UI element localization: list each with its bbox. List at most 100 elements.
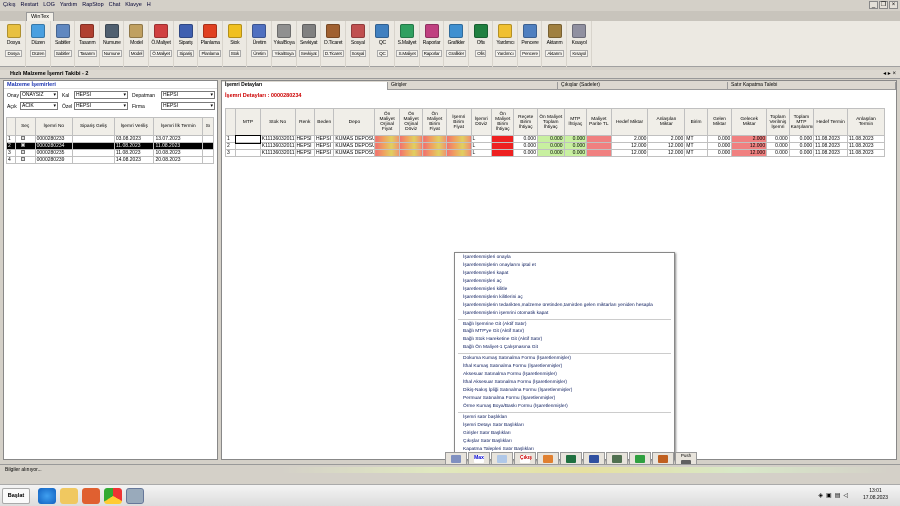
menu-rapstop[interactable]: RapStop: [82, 2, 103, 8]
toolbar-dropdown[interactable]: Düzen: [29, 50, 47, 57]
context-menu-item[interactable]: İthal Kumaş Satınalma Formu (İşaretlenmi…: [455, 363, 674, 371]
kal-select[interactable]: HEPSI: [74, 91, 128, 99]
tab-isemri-detaylari[interactable]: İşemri Detayları: [222, 82, 388, 90]
toolbar-sabitler-button[interactable]: Sabitler Sabitler: [51, 21, 76, 67]
detail-col-header[interactable]: [224, 108, 237, 136]
toolbar-dropdown[interactable]: Sabitler: [53, 50, 72, 57]
toolbar-dropdown[interactable]: Tasarım: [77, 50, 97, 57]
context-menu-item[interactable]: İşaretlenmişlerin kilitlerini aç: [455, 294, 674, 302]
explorer-icon[interactable]: [60, 488, 78, 504]
left-col-header[interactable]: Seç: [14, 117, 36, 136]
detail-col-header[interactable]: Depo: [333, 108, 376, 136]
detail-col-header[interactable]: Maliyet Parite TL: [586, 108, 612, 136]
toolbar-ykaboya-button[interactable]: Yıka/Boya Yıka/Boya: [272, 21, 297, 67]
context-menu-item[interactable]: Girişler Satır Başlıkları: [455, 430, 674, 438]
detail-col-header[interactable]: İşemri Birim Fiyat: [445, 108, 472, 136]
context-menu-item[interactable]: Aksesuar Satınalma Formu (İşaretlenmişle…: [455, 371, 674, 379]
firma-select[interactable]: HEPSI: [161, 102, 215, 110]
toolbar-dropdown[interactable]: Raporlar: [421, 50, 442, 57]
toolbar-dropdown[interactable]: Kısayol: [570, 50, 588, 57]
detail-col-header[interactable]: Beden: [313, 108, 335, 136]
toolbar-retim-button[interactable]: Üretim Üretim: [248, 21, 272, 67]
left-col-header[interactable]: Sipariş Geliş: [72, 117, 115, 136]
depatman-select[interactable]: HEPSI: [161, 91, 215, 99]
context-menu-item[interactable]: İşaretlenmişlerin onaylarını iptal et: [455, 262, 674, 270]
detail-col-header[interactable]: Toplam MTP Karşılanmış: [788, 108, 815, 136]
cell-mtp[interactable]: [234, 134, 262, 144]
volume-icon[interactable]: ◁: [843, 492, 848, 499]
toolbar-pencere-button[interactable]: Pencere Pencere: [518, 21, 543, 67]
toolbar-dosya-button[interactable]: Dosya Dosya: [2, 21, 26, 67]
menu-h[interactable]: H: [147, 2, 151, 8]
toolbar-dropdown[interactable]: Sevkiyat: [298, 50, 319, 57]
detail-col-header[interactable]: İşemri Döviz: [470, 108, 492, 136]
detail-col-header[interactable]: Birim: [684, 108, 708, 136]
toolbar-dropdown[interactable]: Yardımcı: [495, 50, 516, 57]
detail-col-header[interactable]: Ön Maliyet Birim Fiyat: [422, 108, 447, 136]
context-menu-item[interactable]: Çıkışlar Satır Başlıkları: [455, 438, 674, 446]
select-checkbox[interactable]: [14, 135, 36, 143]
close-icon[interactable]: ×: [889, 1, 898, 9]
toolbar-yardmc-button[interactable]: Yardımcı Yardımcı: [494, 21, 518, 67]
context-menu-item[interactable]: Örme Kumaş Boya/Baskı Formu (İşaretlenmi…: [455, 403, 674, 411]
detail-col-header[interactable]: Gelecek Miktar: [731, 108, 768, 136]
table-row[interactable]: 2 K11136032011 HEPSI HEPSI KUMAS DEPOSU L 0.00…: [224, 142, 886, 150]
detail-col-header[interactable]: Ön Maliyet Toplam İhtiyaç: [536, 108, 565, 136]
toolbar-dzen-button[interactable]: Düzen Düzen: [27, 21, 51, 67]
ozel-select[interactable]: HEPSI: [74, 102, 128, 110]
app-tab-wintex[interactable]: WinTex: [26, 12, 54, 21]
context-menu-item[interactable]: İşaretlenmişlerin tedarikten,malzeme üre…: [455, 302, 674, 310]
menu-chat[interactable]: Chat: [109, 2, 121, 8]
detail-col-header[interactable]: Ön Maliyet Orjinal Fiyat: [374, 108, 400, 136]
table-row[interactable]: 1 K11136032011 HEPSI HEPSI KUMAS DEPOSU L 0.00…: [224, 134, 886, 144]
toolbar-dticaret-button[interactable]: D.Ticaret D.Ticaret: [322, 21, 346, 67]
tab-cikislar[interactable]: Çıkışlar (Sadeler): [558, 82, 728, 90]
toolbar-dropdown[interactable]: S.Maliyet: [396, 50, 418, 57]
table-row[interactable]: 3 K11136032011 HEPSI HEPSI KUMAS DEPOSU L 0.00…: [224, 149, 886, 157]
detail-col-header[interactable]: MTP: [235, 108, 261, 136]
select-checkbox[interactable]: [14, 156, 36, 164]
context-menu-item[interactable]: İşaretlenmişleri kilitle: [455, 286, 674, 294]
toolbar-dropdown[interactable]: QC: [377, 50, 388, 57]
toolbar-aktarm-button[interactable]: Aktarım Aktarım: [543, 21, 568, 67]
menu-yardim[interactable]: Yardım: [60, 2, 77, 8]
detail-col-header[interactable]: Gelen Miktar: [706, 108, 733, 136]
toolbar-dropdown[interactable]: Ö.Maliyet: [150, 50, 172, 57]
toolbar-dropdown[interactable]: Sosyal: [349, 50, 367, 57]
left-col-header[interactable]: İşemri Veriliş: [113, 117, 155, 136]
detail-col-header[interactable]: Hedef Termin: [813, 108, 848, 136]
toolbar-sevkiyat-button[interactable]: Sevkiyat Sevkiyat: [297, 21, 322, 67]
toolbar-stok-button[interactable]: Stok Stok: [223, 21, 248, 67]
wintex-task-icon[interactable]: [126, 488, 144, 504]
detail-col-header[interactable]: MTP İhtiyaç: [563, 108, 588, 136]
context-menu-item[interactable]: İşemri Detayı Satır Başlıkları: [455, 422, 674, 430]
toolbar-dropdown[interactable]: Sipariş: [177, 50, 194, 57]
toolbar-dropdown[interactable]: Numune: [101, 50, 122, 57]
tab-satir-kapatma[interactable]: Satır Kapatma Talebi: [728, 82, 896, 90]
toolbar-dropdown[interactable]: Yıka/Boya: [272, 50, 296, 57]
toolbar-model-button[interactable]: Model Model: [125, 21, 149, 67]
left-col-header[interactable]: İşemri No: [34, 117, 74, 136]
restore-icon[interactable]: ❐: [879, 1, 888, 9]
context-menu-item[interactable]: İşaretlenmişlerin işemrini otomatik kapa…: [455, 310, 674, 318]
toolbar-ofis-button[interactable]: Ofis Ofis: [469, 21, 494, 67]
context-menu-item[interactable]: Bağlı İşemrine Git (Aktif Satır): [455, 321, 674, 329]
menu-klavye[interactable]: Klavye: [125, 2, 142, 8]
toolbar-qc-button[interactable]: QC QC: [371, 21, 395, 67]
menu-log[interactable]: LOG: [43, 2, 55, 8]
context-menu-item[interactable]: Bağlı Stok Hareketine Git (Aktif Satır): [455, 336, 674, 344]
toolbar-dropdown[interactable]: Üretim: [251, 50, 268, 57]
detail-col-header[interactable]: Stok No: [259, 108, 296, 136]
toolbar-sosyal-button[interactable]: Sosyal Sosyal: [346, 21, 371, 67]
toolbar-dropdown[interactable]: Stok: [228, 50, 242, 57]
toolbar-numune-button[interactable]: Numune Numune: [100, 21, 125, 67]
context-menu-item[interactable]: Bağlı Ön Maliyet-1 Çalışmasına Git: [455, 344, 674, 352]
toolbar-sipari-button[interactable]: Sipariş Sipariş: [174, 21, 199, 67]
context-menu-item[interactable]: İşaretlenmişleri onayla: [455, 254, 674, 262]
toolbar-dropdown[interactable]: Dosya: [5, 50, 22, 57]
toolbar-planlama-button[interactable]: Planlama Planlama: [199, 21, 223, 67]
context-menu-item[interactable]: İşemri satır başlıkları: [455, 414, 674, 422]
detail-col-header[interactable]: Hedef Miktar: [610, 108, 649, 136]
acik-select[interactable]: ACIK: [20, 102, 58, 110]
cell-mtp[interactable]: [235, 149, 261, 157]
